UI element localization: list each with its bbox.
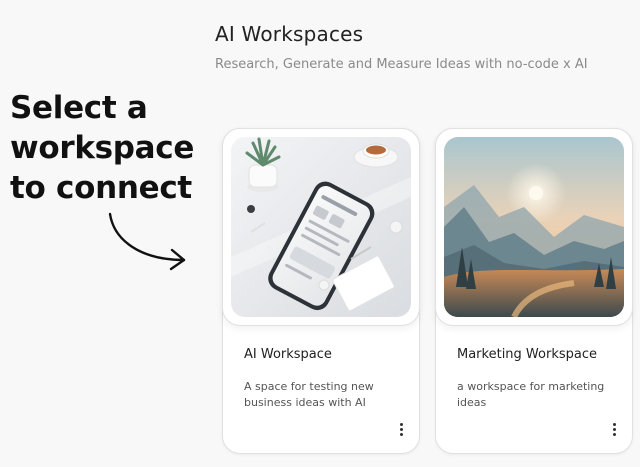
workspace-card-marketing[interactable]: Marketing Workspace a workspace for mark… — [435, 128, 633, 454]
callout-line: Select a — [10, 90, 148, 126]
curved-arrow-icon — [108, 212, 186, 271]
callout-text: Select a workspace to connect — [10, 88, 194, 208]
page-subtitle: Research, Generate and Measure Ideas wit… — [215, 57, 588, 72]
callout-line: workspace — [10, 130, 195, 166]
more-vertical-icon[interactable] — [395, 421, 407, 437]
workspace-thumbnail-frame — [222, 128, 420, 326]
workspace-name[interactable]: AI Workspace — [244, 347, 332, 362]
workspace-card-ai[interactable]: AI Workspace A space for testing new bus… — [222, 128, 420, 454]
page-title: AI Workspaces — [215, 22, 364, 46]
page-header: AI Workspaces Research, Generate and Mea… — [215, 22, 588, 72]
workspace-name[interactable]: Marketing Workspace — [457, 347, 597, 362]
workspace-description: a workspace for marketing ideas — [457, 380, 605, 409]
mountain-sunrise-illustration — [444, 137, 624, 317]
phone-on-desk-illustration — [231, 137, 411, 317]
callout-line: to connect — [10, 170, 192, 206]
workspace-thumbnail-frame — [435, 128, 633, 326]
more-vertical-icon[interactable] — [608, 421, 620, 437]
workspace-description: A space for testing new business ideas w… — [244, 380, 374, 409]
